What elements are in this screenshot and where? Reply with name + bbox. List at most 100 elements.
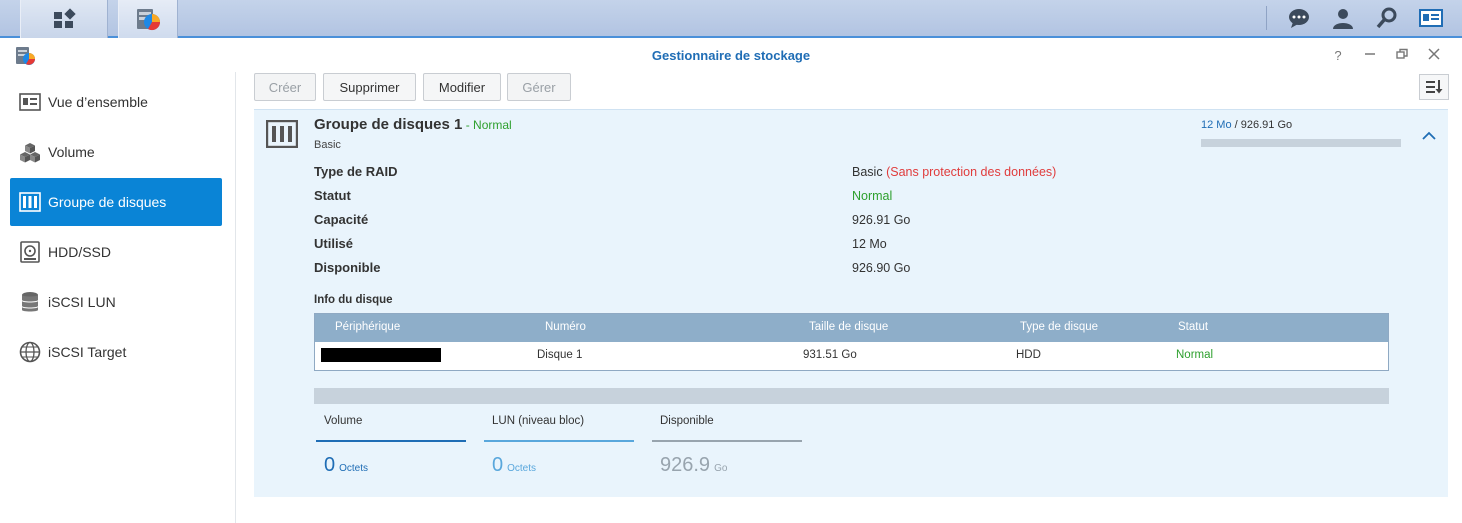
sidebar-item-label: Groupe de disques (48, 194, 167, 210)
used-amount: 12 Mo (1201, 119, 1232, 131)
disk-size: 931.51 Go (803, 349, 857, 361)
hdd-icon (18, 240, 42, 264)
stat-unit: Octets (507, 463, 537, 474)
disk-group-name: Groupe de disques 1 (314, 116, 463, 133)
widgets-icon (1419, 9, 1443, 27)
stat-unit: Octets (339, 463, 369, 474)
modify-button[interactable]: Modifier (423, 73, 501, 101)
usage-text: 12 Mo / 926.91 Go (1201, 119, 1292, 131)
sidebar-item-iscsi-target[interactable]: iSCSI Target (10, 328, 222, 376)
capacity-value: 926.91 Go (852, 213, 911, 227)
chevron-up-icon (1422, 131, 1436, 140)
storage-manager-icon (137, 9, 161, 31)
sidebar-item-overview[interactable]: Vue d’ensemble (10, 78, 222, 126)
col-device[interactable]: Périphérique (335, 321, 400, 333)
table-header: Périphérique Numéro Taille de disque Typ… (315, 314, 1388, 342)
minimize-icon[interactable] (1362, 48, 1378, 64)
stat-underline (484, 440, 634, 442)
disk-number: Disque 1 (537, 349, 583, 361)
disk-group-title: Groupe de disques 1 - Normal (314, 116, 512, 133)
sidebar: Vue d’ensemble Volume Groupe de disques … (0, 72, 236, 523)
table-row[interactable]: Disque 1 931.51 Go HDD Normal (315, 342, 1388, 370)
sidebar-item-hdd-ssd[interactable]: HDD/SSD (10, 228, 222, 276)
title-separator: - (462, 118, 474, 132)
help-icon[interactable]: ? (1330, 48, 1346, 64)
restore-icon[interactable] (1394, 48, 1410, 64)
notifications-button[interactable] (1279, 0, 1319, 36)
col-number[interactable]: Numéro (545, 321, 586, 333)
grid-icon (54, 8, 76, 28)
collapse-button[interactable] (1422, 128, 1436, 144)
raid-type-value: Basic (Sans protection des données) (852, 165, 1056, 179)
stat-label: Volume (324, 415, 363, 427)
usage-slash: / (1231, 119, 1241, 131)
disk-group-icon (18, 190, 42, 214)
stat-number: 926.9 (660, 454, 711, 476)
disk-group-subtitle: Basic (314, 139, 341, 151)
widgets-button[interactable] (1411, 0, 1451, 36)
close-icon[interactable] (1426, 48, 1442, 64)
manage-button[interactable]: Gérer (507, 73, 571, 101)
sidebar-item-label: Vue d’ensemble (48, 94, 148, 110)
disk-info-caption: Info du disque (314, 294, 393, 306)
used-label: Utilisé (314, 236, 354, 251)
sidebar-item-label: iSCSI Target (48, 344, 127, 360)
status-label: Statut (314, 188, 351, 203)
stat-available: Disponible 926.9 Go (652, 408, 802, 483)
stat-volume: Volume 0 Octets (316, 408, 466, 483)
disk-type: HDD (1016, 349, 1041, 361)
allocation-bar (314, 388, 1389, 404)
create-button[interactable]: Créer (254, 73, 316, 101)
globe-icon (18, 340, 42, 364)
user-icon (1333, 9, 1353, 29)
raid-type-note: (Sans protection des données) (886, 165, 1057, 179)
storage-manager-taskbar-button[interactable] (118, 0, 178, 38)
stat-underline (316, 440, 466, 442)
search-icon (1376, 7, 1397, 29)
tray-separator (1266, 6, 1267, 30)
sort-button[interactable] (1419, 74, 1449, 100)
database-icon (18, 290, 42, 314)
disk-group-status: Normal (473, 118, 512, 132)
sidebar-item-volume[interactable]: Volume (10, 128, 222, 176)
cubes-icon (18, 140, 42, 164)
user-button[interactable] (1323, 0, 1363, 36)
sidebar-item-iscsi-lun[interactable]: iSCSI LUN (10, 278, 222, 326)
sort-icon (1426, 80, 1443, 94)
stat-number: 0 (324, 454, 336, 476)
used-value: 12 Mo (852, 237, 887, 251)
stat-underline (652, 440, 802, 442)
stat-label: LUN (niveau bloc) (492, 415, 585, 427)
raid-type-text: Basic (852, 165, 883, 179)
stat-number: 0 (492, 454, 504, 476)
stat-unit: Go (714, 463, 728, 474)
redacted-device-name (321, 348, 441, 362)
raid-type-label: Type de RAID (314, 164, 398, 179)
stat-label: Disponible (660, 415, 714, 427)
sidebar-item-label: Volume (48, 144, 95, 160)
disk-group-icon (266, 120, 298, 148)
taskbar (0, 0, 1462, 38)
capacity-label: Capacité (314, 212, 369, 227)
col-disk-size[interactable]: Taille de disque (809, 321, 888, 333)
search-button[interactable] (1367, 0, 1407, 36)
stat-value: 0 Octets (492, 454, 536, 477)
sidebar-item-label: iSCSI LUN (48, 294, 116, 310)
sidebar-item-disk-group[interactable]: Groupe de disques (10, 178, 222, 226)
stat-lun: LUN (niveau bloc) 0 Octets (484, 408, 634, 483)
window-title: Gestionnaire de stockage (651, 48, 811, 63)
available-label: Disponible (314, 260, 381, 275)
disk-status: Normal (1176, 349, 1214, 361)
chat-icon (1289, 9, 1309, 28)
window-title-bar: Gestionnaire de stockage ? (0, 40, 1462, 72)
main-menu-button[interactable] (20, 0, 108, 38)
stat-value: 926.9 Go (660, 454, 727, 477)
sidebar-item-label: HDD/SSD (48, 244, 112, 260)
col-status[interactable]: Statut (1178, 321, 1208, 333)
overview-icon (18, 90, 42, 114)
delete-button[interactable]: Supprimer (323, 73, 416, 101)
col-disk-type[interactable]: Type de disque (1020, 321, 1098, 333)
stat-value: 0 Octets (324, 454, 368, 477)
total-amount: 926.91 Go (1240, 119, 1293, 131)
status-value: Normal (852, 189, 893, 203)
